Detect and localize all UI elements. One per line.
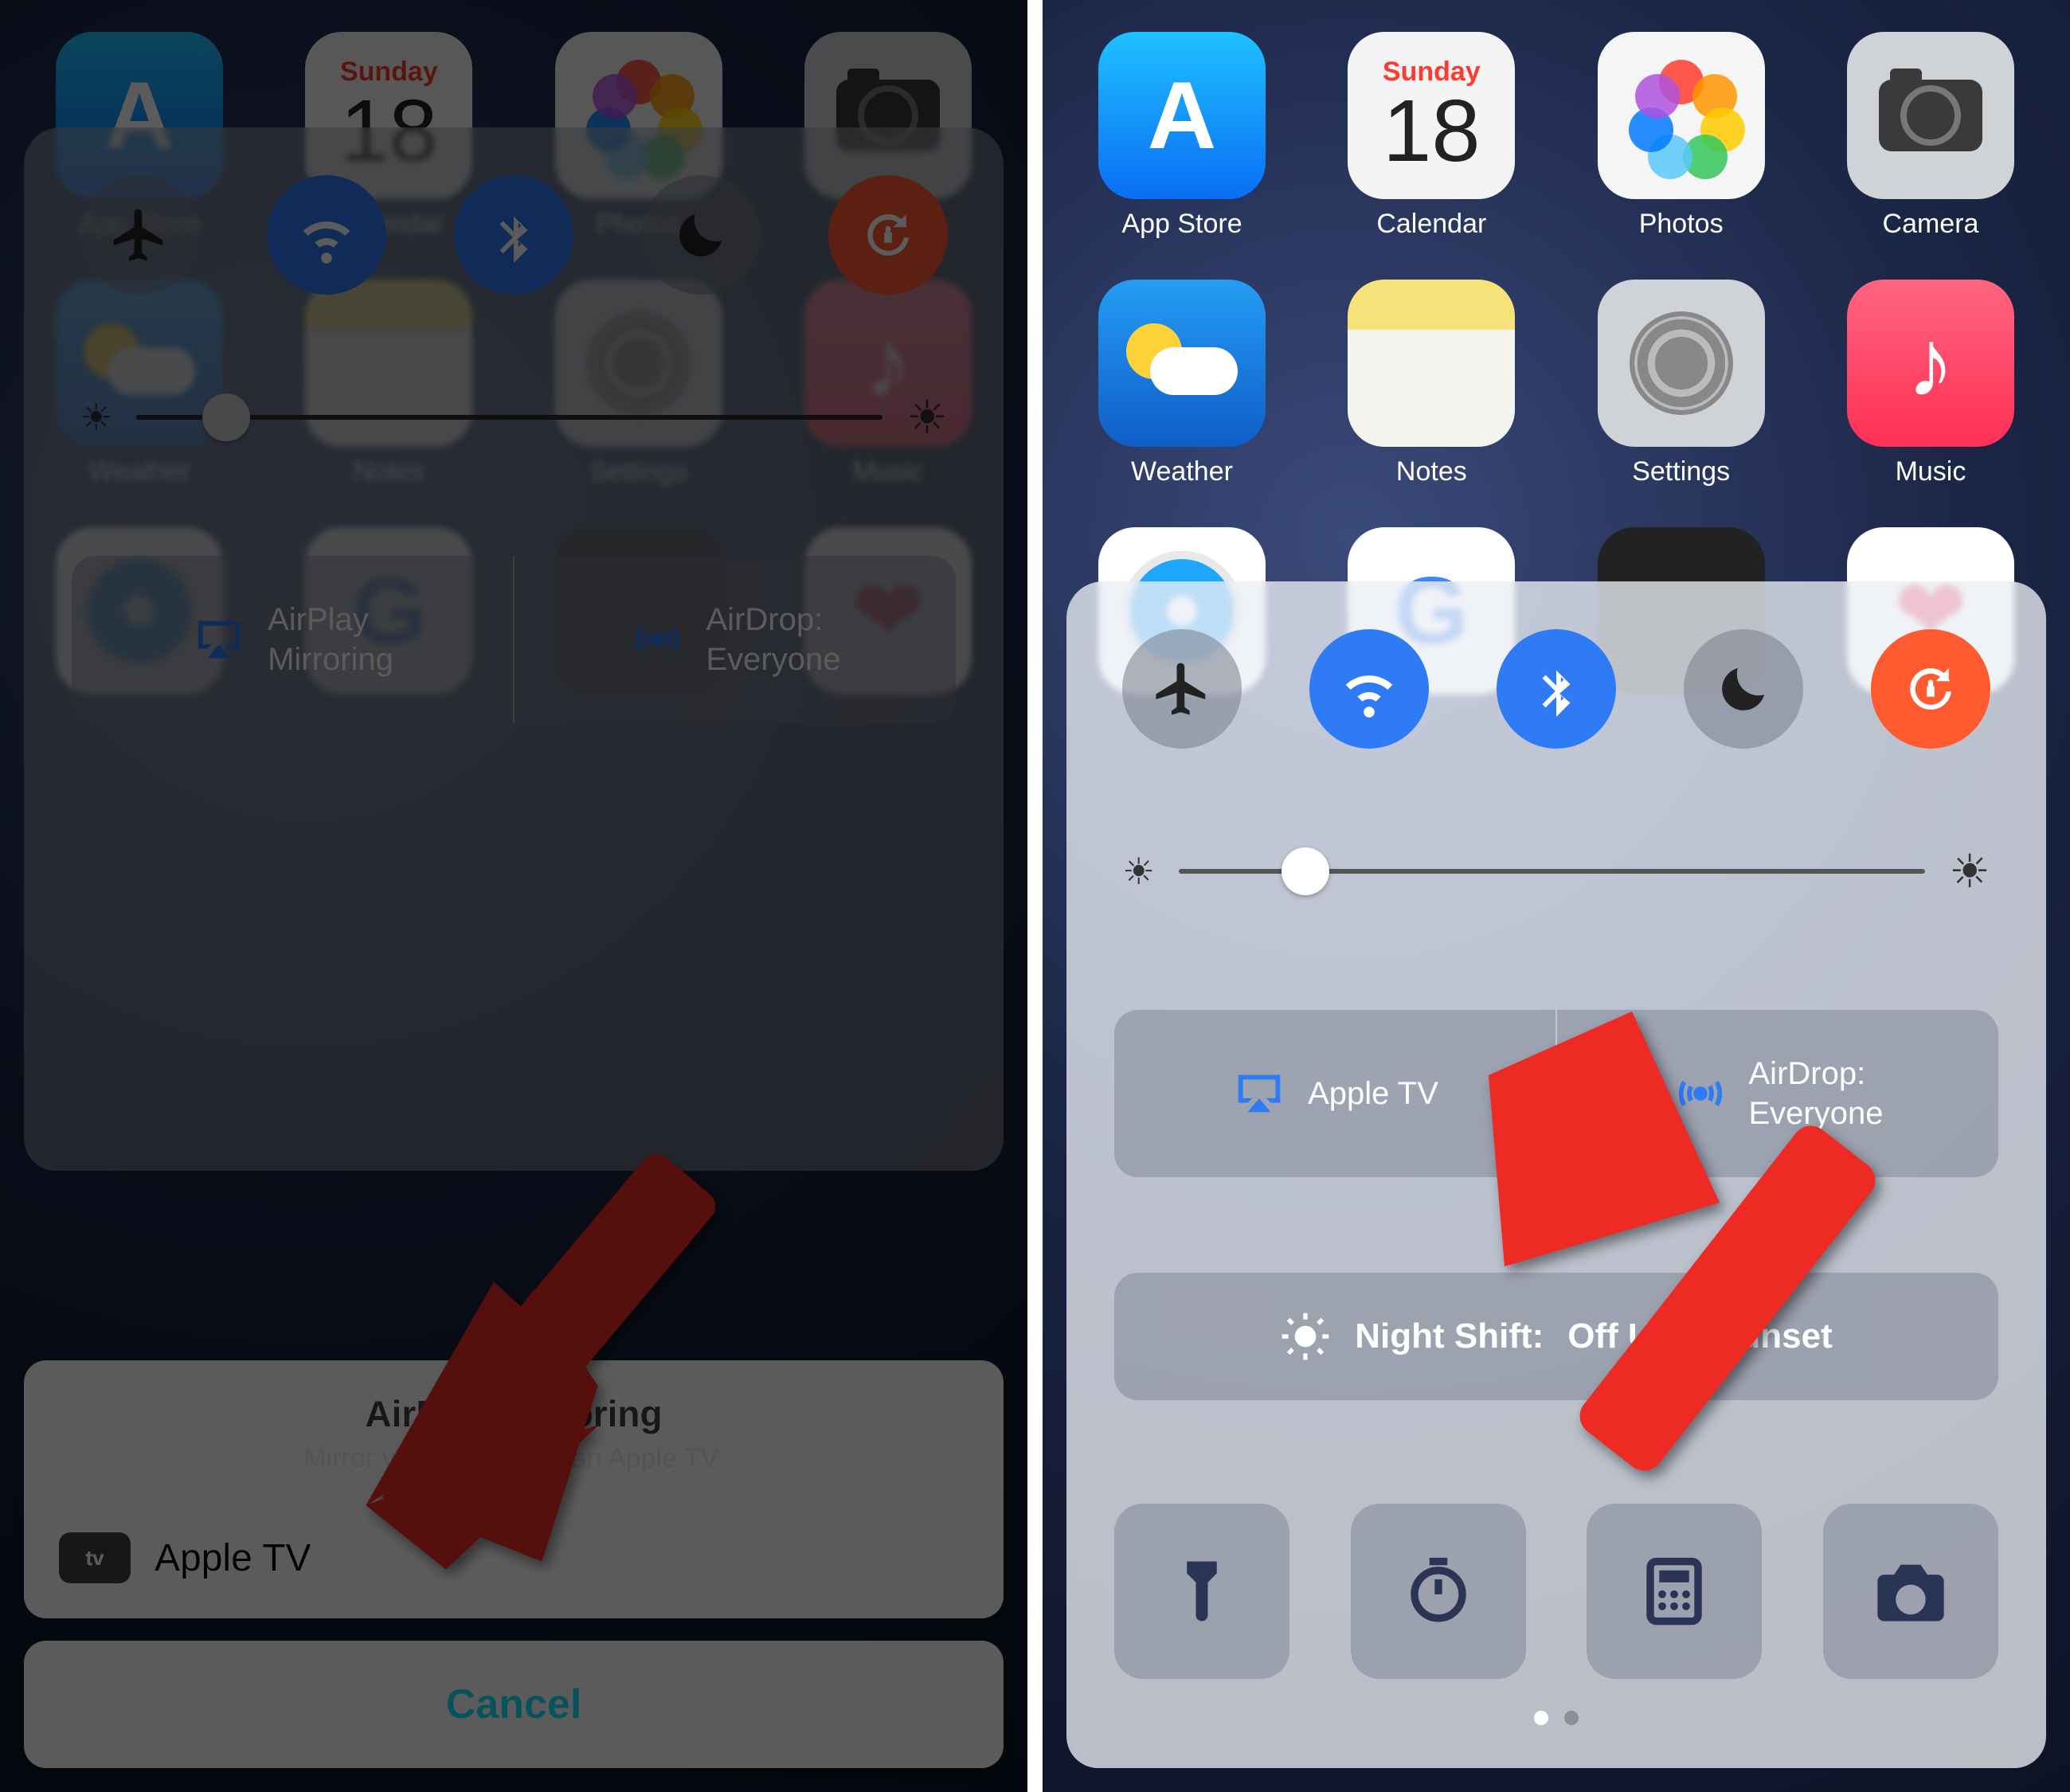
app-photos[interactable]: Photos — [1582, 32, 1781, 240]
airdrop-button[interactable]: AirDrop: Everyone — [515, 556, 956, 723]
toggle-airplane[interactable] — [80, 175, 199, 295]
app-label: Calendar — [1376, 209, 1486, 240]
airdrop-icon — [630, 612, 686, 667]
sheet-main-card: AirPlay Mirroring Mirror your iPhone on … — [24, 1360, 1004, 1618]
airplay-action-sheet: AirPlay Mirroring Mirror your iPhone on … — [24, 1360, 1004, 1768]
app-calendar[interactable]: Sunday 18 Calendar — [1332, 32, 1531, 240]
rotation-lock-icon — [857, 204, 919, 266]
screenshot-right: App Store Sunday 18 Calendar Photos Came… — [1043, 0, 2070, 1792]
airplay-icon — [1231, 1066, 1287, 1121]
airplay-appletv-button[interactable]: Apple TV — [1114, 1010, 1557, 1177]
calendar-day: 18 — [1383, 88, 1480, 175]
pager-dot — [1564, 1711, 1579, 1725]
quick-flashlight[interactable] — [1114, 1504, 1289, 1679]
brightness-slider[interactable]: ☀︎ ☀︎ — [72, 390, 956, 444]
app-settings[interactable]: Settings — [1582, 280, 1781, 487]
brightness-slider[interactable]: ☀︎ ☀︎ — [1114, 844, 1998, 898]
toggle-rotation-lock[interactable] — [1871, 629, 1990, 749]
moon-icon — [672, 206, 730, 264]
sheet-title: AirPlay Mirroring — [56, 1392, 972, 1435]
brightness-high-icon: ☀︎ — [1949, 844, 1990, 898]
airdrop-icon — [1673, 1066, 1728, 1121]
rotation-lock-icon — [1900, 658, 1962, 720]
toggle-dnd[interactable] — [641, 175, 761, 295]
airdrop-label-2: Everyone — [1749, 1094, 1884, 1133]
moon-icon — [1715, 660, 1772, 718]
weather-icon — [1126, 323, 1238, 403]
toggle-dnd[interactable] — [1684, 629, 1803, 749]
flashlight-icon — [1166, 1555, 1238, 1627]
wifi-icon — [294, 202, 359, 268]
notes-icon — [1348, 280, 1515, 447]
app-label: Music — [1896, 456, 1966, 487]
airplay-label-2: Mirroring — [268, 640, 393, 679]
calculator-icon — [1638, 1555, 1710, 1627]
app-label: Settings — [1632, 456, 1730, 487]
brightness-thumb[interactable] — [1282, 847, 1329, 895]
sheet-cancel-button[interactable]: Cancel — [24, 1641, 1004, 1768]
toggle-bluetooth[interactable] — [454, 175, 573, 295]
brightness-thumb[interactable] — [202, 393, 250, 441]
app-weather[interactable]: Weather — [1082, 280, 1282, 487]
control-center: ☀︎ ☀︎ Apple TV AirDrop: Everyone — [1066, 581, 2046, 1768]
airplane-icon — [1151, 658, 1213, 720]
app-notes[interactable]: Notes — [1332, 280, 1531, 487]
photos-icon — [1626, 60, 1737, 171]
app-music[interactable]: ♪ Music — [1831, 280, 2030, 487]
quick-camera[interactable] — [1823, 1504, 1998, 1679]
sheet-subtitle: Mirror your iPhone on an Apple TV. — [56, 1443, 972, 1474]
airplay-appletv-label: Apple TV — [1308, 1076, 1438, 1112]
app-label: Weather — [1131, 456, 1233, 487]
pager-dot — [1534, 1711, 1548, 1725]
quick-calculator[interactable] — [1587, 1504, 1762, 1679]
airdrop-label-2: Everyone — [706, 640, 841, 679]
airplay-mirroring-button[interactable]: AirPlay Mirroring — [72, 556, 515, 723]
night-shift-button[interactable]: Night Shift: Off Until Sunset — [1114, 1273, 1998, 1400]
nightshift-icon — [1280, 1311, 1331, 1362]
bluetooth-icon — [1528, 661, 1584, 717]
app-label: Photos — [1639, 209, 1724, 240]
app-camera[interactable]: Camera — [1831, 32, 2030, 240]
cancel-label: Cancel — [446, 1681, 582, 1727]
airdrop-button[interactable]: AirDrop: Everyone — [1557, 1010, 1998, 1177]
music-icon: ♪ — [1907, 308, 1955, 418]
settings-icon — [1630, 311, 1733, 415]
brightness-low-icon: ☀︎ — [1122, 850, 1155, 893]
control-center: ☀︎ ☀︎ AirPlay Mirroring AirDrop: Every — [24, 127, 1004, 1171]
timer-icon — [1403, 1555, 1474, 1627]
airdrop-label-1: AirDrop: — [1749, 1054, 1866, 1094]
app-label: Camera — [1883, 209, 1979, 240]
app-label: Notes — [1396, 456, 1467, 487]
brightness-low-icon: ☀︎ — [80, 396, 112, 439]
quick-timer[interactable] — [1351, 1504, 1526, 1679]
sheet-device-label: Apple TV — [155, 1536, 311, 1580]
sheet-device-appletv[interactable]: tv Apple TV — [24, 1497, 1004, 1618]
appletv-icon: tv — [59, 1532, 131, 1583]
toggle-rotation-lock[interactable] — [828, 175, 948, 295]
brightness-high-icon: ☀︎ — [906, 390, 948, 444]
airplay-label-1: AirPlay — [268, 600, 369, 640]
cc-pager[interactable] — [1114, 1711, 1998, 1725]
airplay-icon — [191, 612, 247, 667]
airplane-icon — [108, 204, 170, 266]
screenshot-left: App Store Sunday 18 Calendar Photos Came… — [0, 0, 1027, 1792]
camera-icon — [1879, 80, 1982, 151]
toggle-wifi[interactable] — [1309, 629, 1429, 749]
camera-icon — [1871, 1551, 1951, 1631]
toggle-bluetooth[interactable] — [1497, 629, 1616, 749]
airdrop-label-1: AirDrop: — [706, 600, 824, 640]
app-appstore[interactable]: App Store — [1082, 32, 1282, 240]
wifi-icon — [1336, 656, 1402, 722]
nightshift-label-2: Off Until Sunset — [1567, 1317, 1832, 1356]
nightshift-label-1: Night Shift: — [1355, 1317, 1544, 1356]
toggle-airplane[interactable] — [1122, 629, 1242, 749]
toggle-wifi[interactable] — [267, 175, 386, 295]
bluetooth-icon — [486, 207, 542, 263]
appstore-icon — [1148, 61, 1217, 170]
app-label: App Store — [1121, 209, 1242, 240]
